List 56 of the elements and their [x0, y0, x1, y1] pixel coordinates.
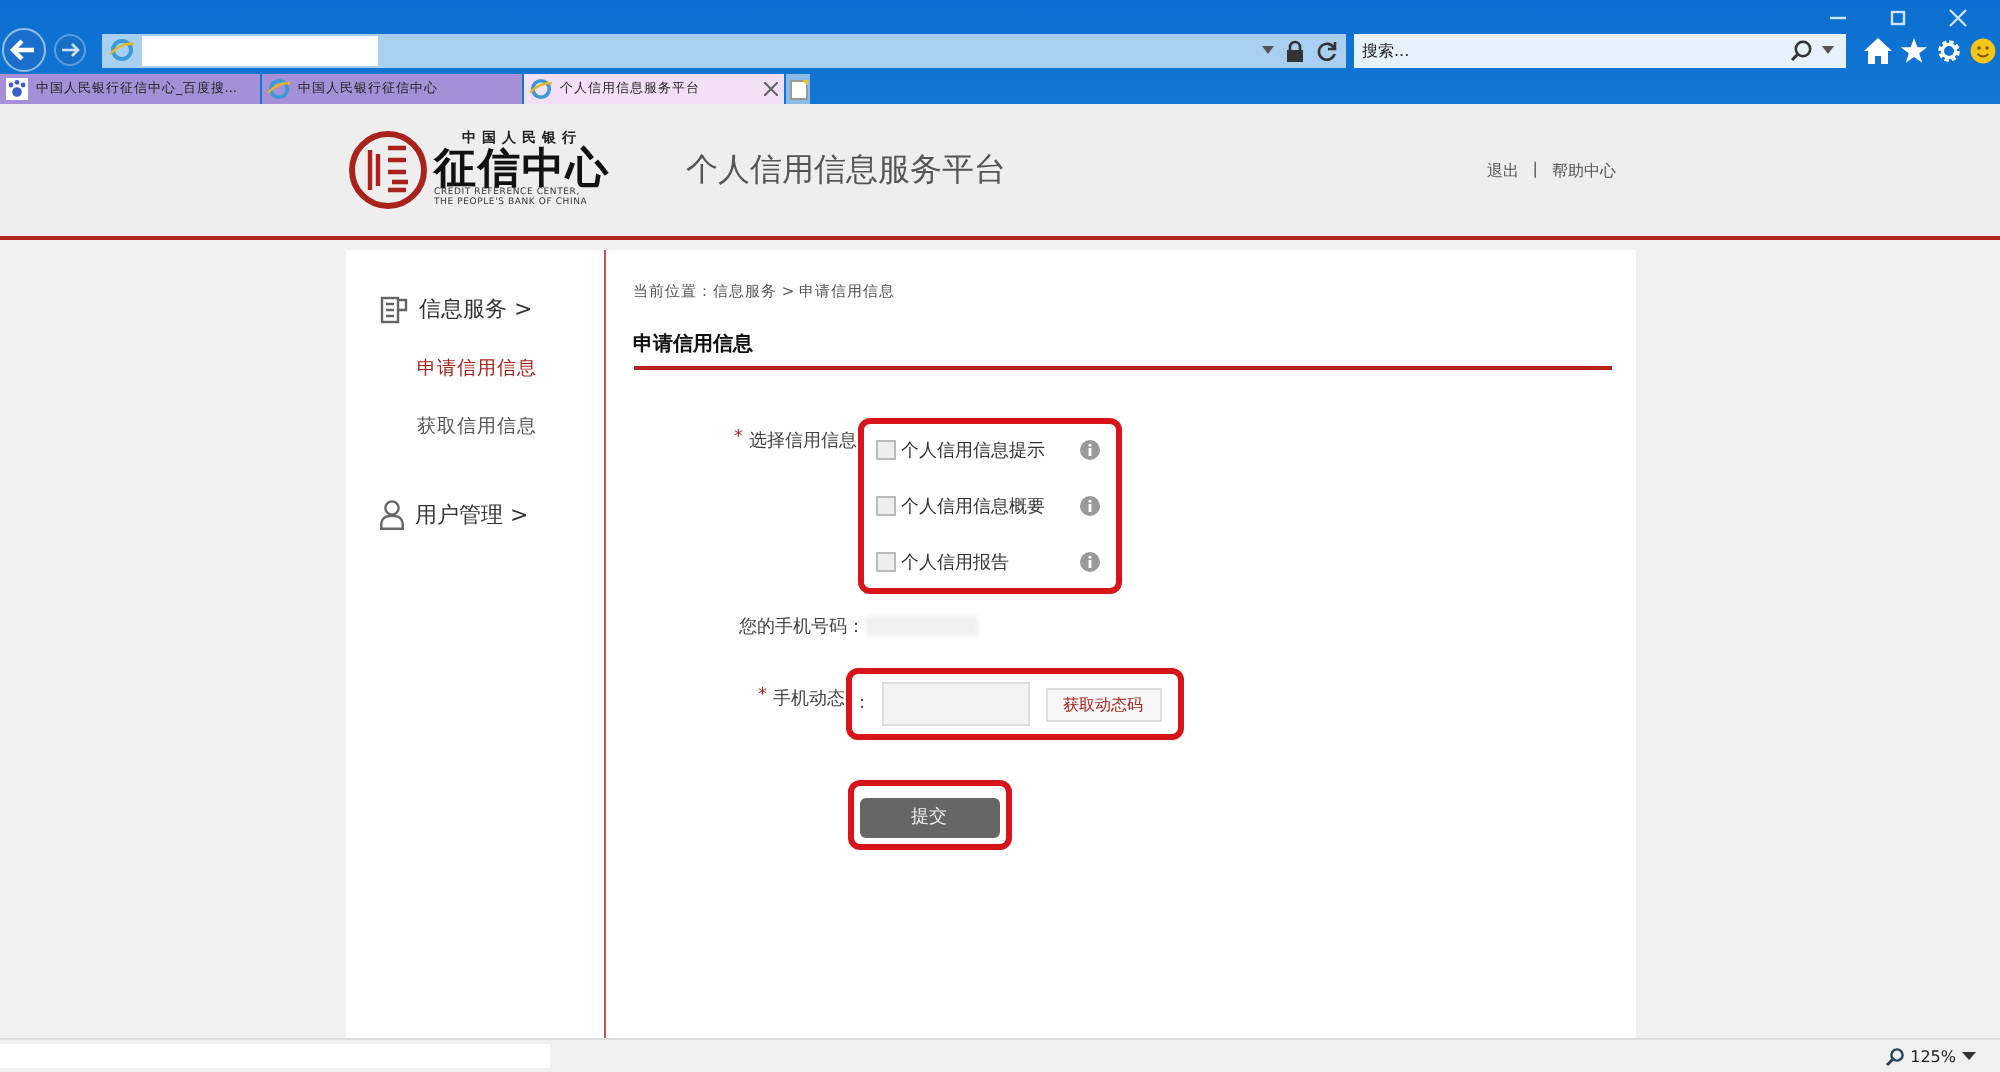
- info-icon[interactable]: [1079, 440, 1099, 460]
- sidebar-section[interactable]: 用户管理 >: [415, 500, 529, 530]
- checkbox[interactable]: [875, 440, 895, 460]
- settings-icon[interactable]: [1936, 37, 1962, 64]
- dropdown-icon[interactable]: [1262, 46, 1274, 55]
- checkbox-label[interactable]: 个人信用信息概要: [901, 493, 1073, 519]
- search-field[interactable]: 搜索...: [1354, 33, 1846, 68]
- field-label: 您的手机号码：: [739, 615, 865, 640]
- header-link[interactable]: 退出: [1486, 159, 1519, 181]
- section-heading: 申请信用信息: [633, 302, 1611, 370]
- document-icon: [379, 295, 407, 323]
- refresh-icon[interactable]: [1316, 39, 1338, 62]
- dropdown-icon[interactable]: [1962, 1052, 1976, 1060]
- logo-name: 征信中心: [434, 145, 610, 187]
- field-label: 选择信用信息: [749, 429, 857, 454]
- paw-icon: [6, 78, 28, 101]
- page-icon: [110, 38, 134, 63]
- checkbox-label[interactable]: 个人信用信息提示: [901, 437, 1073, 463]
- sidebar-item[interactable]: 申请信用信息: [417, 356, 603, 382]
- info-icon[interactable]: [1079, 552, 1099, 572]
- search-input[interactable]: 搜索...: [1362, 41, 1780, 60]
- lock-icon: [1286, 39, 1304, 62]
- address-field[interactable]: [102, 33, 1346, 68]
- star-icon[interactable]: [1900, 37, 1928, 64]
- dropdown-icon[interactable]: [1822, 46, 1834, 55]
- code-input[interactable]: [881, 682, 1030, 726]
- home-icon[interactable]: [1864, 37, 1892, 64]
- seal-logo-icon: [348, 130, 428, 210]
- info-icon[interactable]: [1079, 496, 1099, 516]
- checkbox[interactable]: [875, 496, 895, 516]
- sidebar-section[interactable]: 信息服务 >: [419, 294, 533, 324]
- sidebar-item[interactable]: 获取信用信息: [417, 414, 603, 440]
- new-tab-icon: [789, 79, 807, 100]
- submit-button[interactable]: 提交: [859, 797, 999, 837]
- new-tab-button[interactable]: [786, 74, 810, 104]
- page-icon: [268, 78, 290, 101]
- get-code-button[interactable]: 获取动态码: [1045, 687, 1162, 721]
- field-label: 手机动态: [773, 687, 845, 712]
- required-mark: *: [758, 686, 767, 710]
- zoom-icon: [1886, 1047, 1905, 1065]
- restore-icon[interactable]: [1888, 7, 1908, 28]
- required-mark: *: [734, 428, 743, 452]
- user-icon: [379, 500, 403, 530]
- search-icon[interactable]: [1790, 39, 1812, 62]
- forward-icon[interactable]: [54, 34, 86, 67]
- close-icon[interactable]: [764, 82, 778, 97]
- back-icon[interactable]: [2, 28, 46, 73]
- link-separator: |: [1532, 159, 1538, 181]
- zoom-level[interactable]: 125%: [1910, 1047, 1956, 1065]
- platform-title: 个人信用信息服务平台: [686, 149, 1006, 191]
- header-link[interactable]: 帮助中心: [1552, 159, 1616, 181]
- page-icon: [530, 78, 552, 101]
- checkbox-label[interactable]: 个人信用报告: [901, 549, 1073, 575]
- field-colon: :: [859, 694, 866, 714]
- smiley-icon[interactable]: [1970, 37, 1996, 64]
- checkbox[interactable]: [875, 552, 895, 572]
